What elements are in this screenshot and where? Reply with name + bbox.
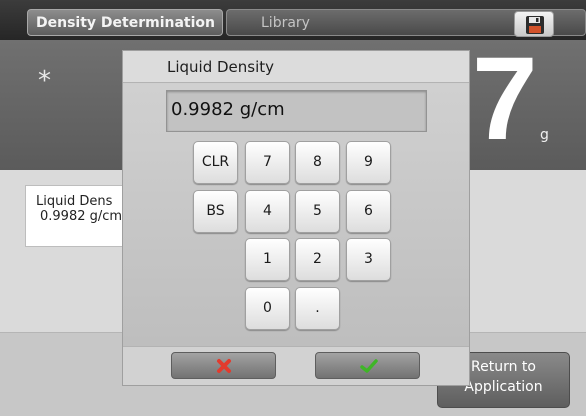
key-0[interactable]: 0 <box>245 287 290 330</box>
floppy-disk-icon <box>526 16 544 34</box>
accept-button[interactable] <box>315 352 420 379</box>
liquid-density-dialog: Liquid Density 0.9982 g/cm CLR 7 8 9 BS … <box>122 50 470 386</box>
key-2[interactable]: 2 <box>295 238 340 281</box>
tab-density-determination[interactable]: Density Determination <box>27 9 223 36</box>
key-9[interactable]: 9 <box>346 141 391 184</box>
dialog-footer <box>123 346 469 385</box>
dialog-title: Liquid Density <box>123 51 469 83</box>
weight-unit: g <box>540 127 549 143</box>
key-backspace[interactable]: BS <box>193 190 238 233</box>
key-6[interactable]: 6 <box>346 190 391 233</box>
key-decimal[interactable]: . <box>295 287 340 330</box>
weight-readout: 7 <box>472 33 538 165</box>
key-clear[interactable]: CLR <box>193 141 238 184</box>
cancel-button[interactable] <box>171 352 276 379</box>
key-8[interactable]: 8 <box>295 141 340 184</box>
key-1[interactable]: 1 <box>245 238 290 281</box>
keypad-area: 0.9982 g/cm CLR 7 8 9 BS 4 5 6 1 2 3 0 . <box>123 84 469 346</box>
density-input-field[interactable]: 0.9982 g/cm <box>166 90 427 132</box>
key-4[interactable]: 4 <box>245 190 290 233</box>
key-5[interactable]: 5 <box>295 190 340 233</box>
green-check-icon <box>360 359 378 373</box>
red-x-icon <box>217 359 231 373</box>
key-7[interactable]: 7 <box>245 141 290 184</box>
key-3[interactable]: 3 <box>346 238 391 281</box>
stability-marker: * <box>38 66 51 96</box>
